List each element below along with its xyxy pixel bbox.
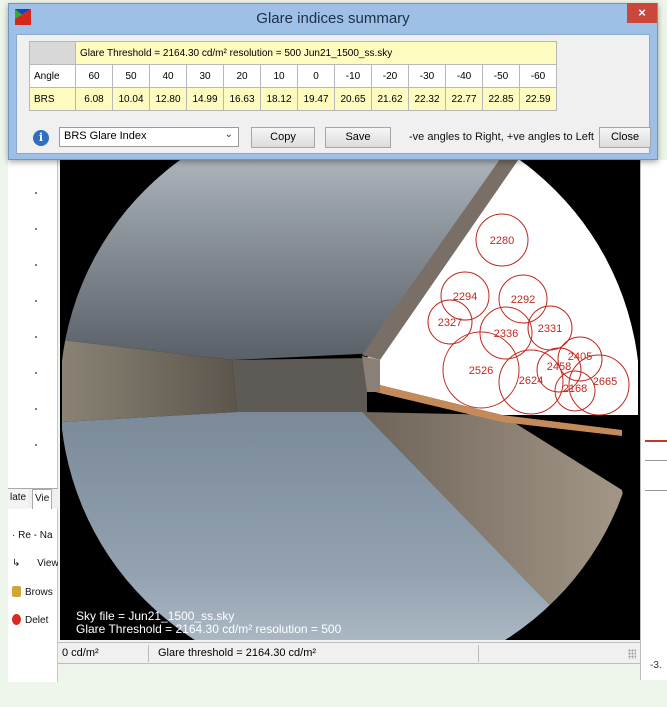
glare-index-select-value: BRS Glare Index: [64, 130, 147, 142]
brs-cell: 22.59: [519, 87, 557, 111]
brs-cell: 12.80: [149, 87, 187, 111]
delete-button[interactable]: Delet: [12, 614, 58, 634]
fisheye-render: 2280 2294 2292 2327 2336 2331 2526 2624 …: [62, 160, 638, 640]
table-info-cell: Glare Threshold = 2164.30 cd/m² resoluti…: [75, 41, 557, 65]
delete-icon: [12, 614, 21, 625]
tab-view[interactable]: Vie: [32, 489, 53, 509]
dialog-controls: i BRS Glare Index ⌄ Copy Save -ve angles…: [29, 127, 651, 151]
angle-cell: -20: [371, 64, 409, 88]
glare-index-select[interactable]: BRS Glare Index ⌄: [59, 127, 239, 147]
brs-cell: 10.04: [112, 87, 150, 111]
brs-cell: 16.63: [223, 87, 261, 111]
chevron-down-icon: ⌄: [224, 129, 233, 140]
glare-table: Glare Threshold = 2164.30 cd/m² resoluti…: [29, 41, 557, 111]
brs-cell: 21.62: [371, 87, 409, 111]
glare-label: 2526: [469, 365, 493, 377]
angle-cell: 40: [149, 64, 187, 88]
close-icon: ×: [638, 5, 646, 20]
brs-cell: 6.08: [75, 87, 113, 111]
angle-row-header: Angle: [29, 64, 76, 88]
threshold-overlay: Glare Threshold = 2164.30 cd/m² resoluti…: [76, 622, 342, 636]
divider: [645, 490, 667, 491]
glare-label: 2292: [511, 294, 535, 306]
table-row: Glare Threshold = 2164.30 cd/m² resoluti…: [29, 41, 557, 65]
save-button[interactable]: Save: [325, 127, 391, 148]
glare-label: 2665: [593, 376, 617, 388]
brs-cell: 20.65: [334, 87, 372, 111]
glare-label: 2624: [519, 375, 543, 387]
dialog-title: Glare indices summary: [256, 10, 410, 27]
folder-icon: [12, 586, 21, 597]
view-button[interactable]: ↳ View: [12, 558, 58, 578]
angle-cell: -50: [482, 64, 520, 88]
rename-button[interactable]: · Re - Na: [12, 530, 58, 550]
glare-label: 2331: [538, 323, 562, 335]
angle-cell: 50: [112, 64, 150, 88]
tab-template[interactable]: late: [8, 489, 29, 509]
brs-cell: 19.47: [297, 87, 335, 111]
angle-cell: -30: [408, 64, 446, 88]
glare-label: 2280: [490, 235, 514, 247]
angle-cell: -40: [445, 64, 483, 88]
angle-cell: 60: [75, 64, 113, 88]
table-corner: [29, 41, 76, 65]
table-row: BRS 6.08 10.04 12.80 14.99 16.63 18.12 1…: [29, 87, 557, 111]
dialog-client: Glare Threshold = 2164.30 cd/m² resoluti…: [16, 34, 651, 154]
view-label: View: [37, 558, 58, 569]
rename-label: Re - Na: [18, 530, 53, 541]
angle-cell: 30: [186, 64, 224, 88]
angle-direction-hint: -ve angles to Right, +ve angles to Left: [409, 131, 594, 143]
angle-cell: 0: [297, 64, 335, 88]
resize-grip-icon[interactable]: [628, 649, 636, 659]
status-bar: 0 cd/m² Glare threshold = 2164.30 cd/m²: [58, 642, 640, 664]
brs-cell: 22.85: [482, 87, 520, 111]
glare-label: 2336: [494, 328, 518, 340]
brs-cell: 18.12: [260, 87, 298, 111]
close-button[interactable]: Close: [599, 127, 651, 148]
glare-label: 2327: [438, 317, 462, 329]
glare-summary-dialog: Glare indices summary × Glare Threshold …: [8, 3, 658, 160]
angle-cell: -60: [519, 64, 557, 88]
glare-label: 2458: [547, 361, 571, 373]
threshold-readout: Glare threshold = 2164.30 cd/m²: [158, 647, 317, 659]
background-right-panel: [640, 160, 667, 680]
angle-cell: 20: [223, 64, 261, 88]
angle-cell: 10: [260, 64, 298, 88]
window-close-button[interactable]: ×: [627, 3, 657, 23]
background-tab-bar: late Vie: [8, 488, 58, 509]
rename-prefix: ·: [12, 530, 16, 541]
browse-label: Brows: [25, 587, 53, 598]
brs-cell: 22.32: [408, 87, 446, 111]
browse-button[interactable]: Brows: [12, 586, 58, 606]
view-prefix: ↳: [12, 558, 21, 569]
glare-label: 2168: [563, 383, 587, 395]
brs-cell: 14.99: [186, 87, 224, 111]
status-divider: [478, 645, 479, 662]
luminance-readout: 0 cd/m²: [62, 647, 99, 659]
angle-cell: -10: [334, 64, 372, 88]
info-icon[interactable]: i: [33, 130, 49, 146]
divider: [645, 460, 667, 461]
brs-cell: 22.77: [445, 87, 483, 111]
dotted-ruler: [34, 175, 38, 455]
background-status-value: -3.: [650, 660, 662, 671]
dialog-titlebar[interactable]: Glare indices summary ×: [9, 3, 657, 32]
glare-label: 2294: [453, 291, 477, 303]
delete-label: Delet: [25, 615, 49, 626]
copy-button[interactable]: Copy: [251, 127, 315, 148]
table-row: Angle 60 50 40 30 20 10 0 -10 -20 -30 -4…: [29, 64, 557, 88]
status-divider: [148, 645, 149, 662]
glare-label: 2405: [568, 351, 592, 363]
fisheye-view[interactable]: 2280 2294 2292 2327 2336 2331 2526 2624 …: [60, 160, 640, 640]
graph-line: [645, 440, 667, 442]
brs-row-header: BRS: [29, 87, 76, 111]
sky-file-overlay: Sky file = Jun21_1500_ss.sky: [76, 609, 235, 623]
